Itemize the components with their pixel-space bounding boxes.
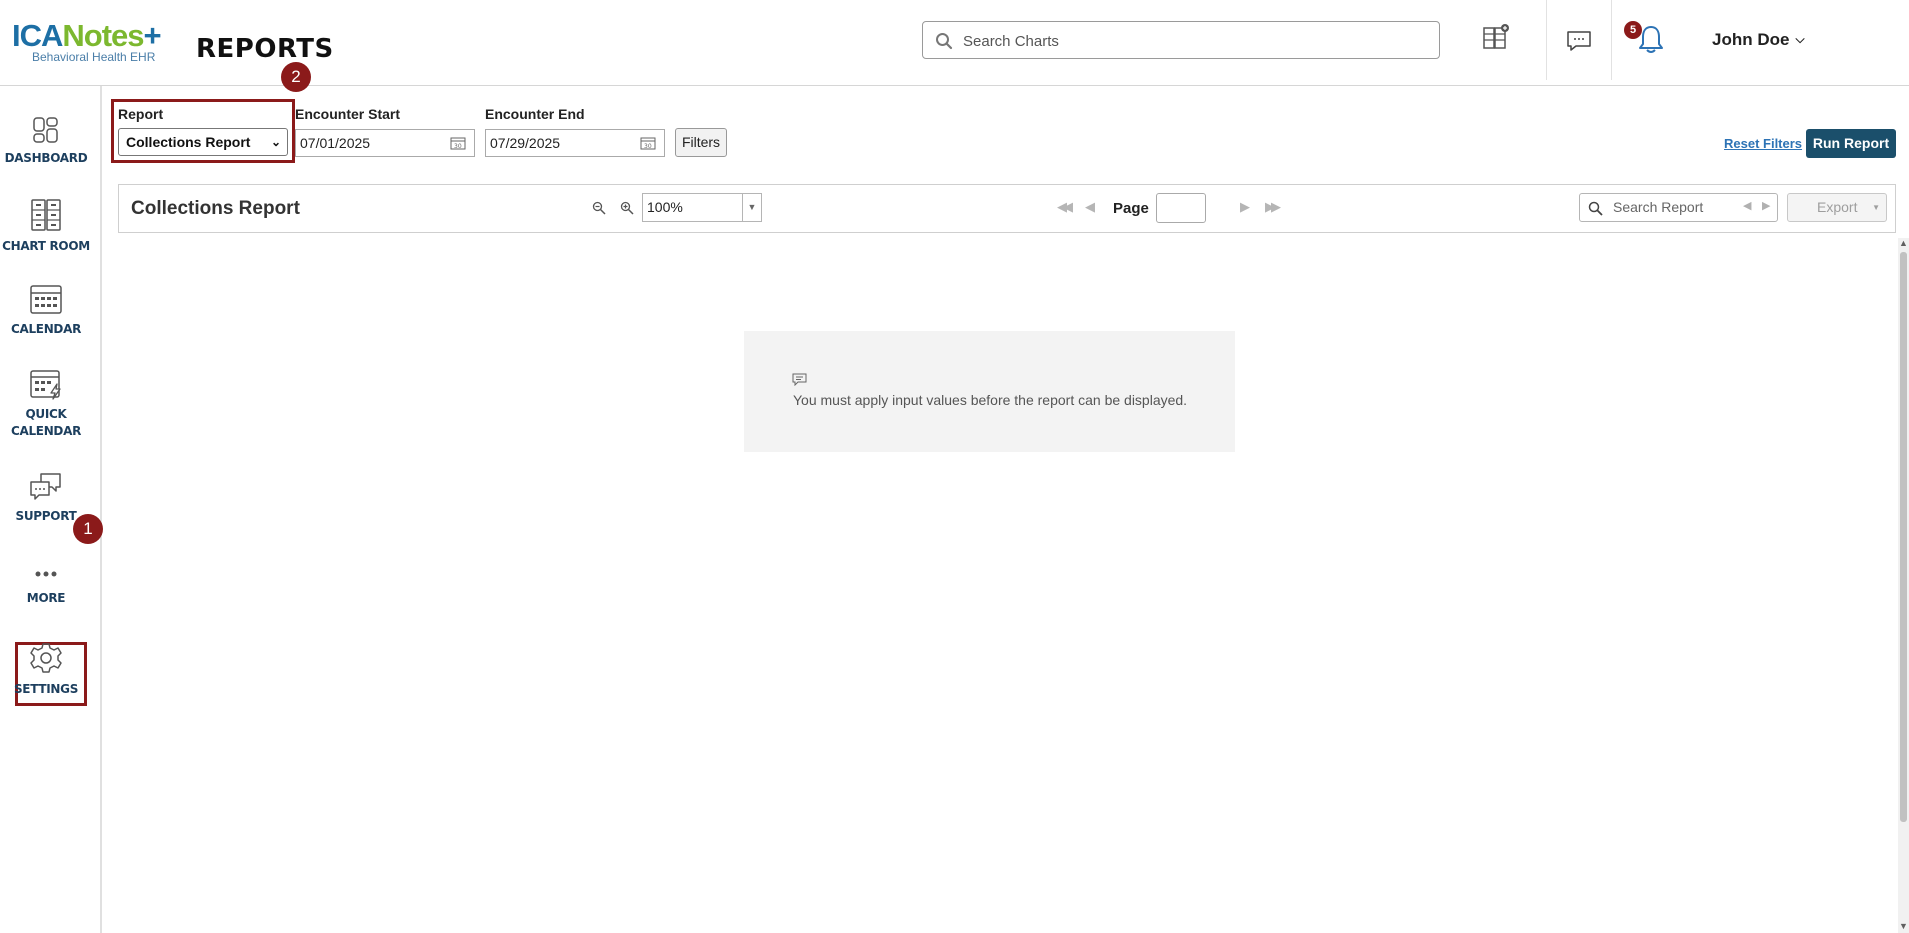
settings-icon: [30, 643, 62, 673]
header-divider: [1611, 0, 1612, 80]
nav-chart-room[interactable]: CHART ROOM: [0, 198, 92, 255]
zoom-level-select[interactable]: 100% ▼: [642, 193, 762, 222]
scroll-down-icon[interactable]: ▼: [1899, 921, 1908, 931]
icanotes-logo[interactable]: ICANotes+ Behavioral Health EHR: [12, 20, 162, 68]
previous-page-icon[interactable]: ◀: [1085, 199, 1095, 215]
report-label: Report: [118, 106, 164, 122]
svg-text:30: 30: [644, 143, 652, 150]
vertical-scrollbar[interactable]: ▲ ▼: [1898, 238, 1909, 933]
nav-label: QUICK: [25, 407, 67, 421]
nav-label: SETTINGS: [13, 682, 79, 696]
encounter-end-value: 07/29/2025: [490, 135, 561, 151]
search-previous-icon[interactable]: ◀: [1743, 199, 1751, 212]
page-title: REPORTS: [196, 34, 334, 64]
support-icon: [30, 473, 61, 500]
nav-label: CALENDAR: [10, 424, 82, 438]
nav-quick-calendar[interactable]: QUICK CALENDAR: [0, 368, 92, 440]
page-number-input[interactable]: [1156, 193, 1206, 223]
last-page-icon[interactable]: ▶▶: [1265, 199, 1281, 215]
page-label: Page: [1113, 200, 1149, 217]
chart-search-box[interactable]: [922, 21, 1440, 59]
logo-wordmark: ICANotes+: [12, 18, 162, 53]
encounter-end-field[interactable]: 07/29/2025 30: [485, 129, 665, 157]
report-select-value: Collections Report: [126, 134, 251, 150]
export-button[interactable]: Export ▼: [1787, 193, 1887, 222]
add-chart-cabinet-icon[interactable]: [1482, 23, 1510, 51]
user-menu[interactable]: John Doe ⌵: [1712, 30, 1805, 50]
encounter-end-label: Encounter End: [485, 106, 585, 122]
report-search-box[interactable]: ◀ ▶: [1579, 193, 1778, 222]
run-report-button[interactable]: Run Report: [1806, 129, 1896, 158]
messages-icon[interactable]: [1565, 29, 1593, 53]
nav-calendar[interactable]: CALENDAR: [0, 283, 92, 338]
nav-label: DASHBOARD: [4, 151, 88, 165]
search-icon: [936, 33, 953, 50]
calendar-icon: [30, 285, 62, 314]
nav-label: CALENDAR: [10, 322, 82, 336]
chart-search-input[interactable]: [961, 28, 1425, 54]
nav-label: MORE: [26, 591, 66, 605]
step-badge-1: 1: [73, 514, 103, 544]
svg-text:30: 30: [454, 143, 462, 150]
encounter-start-field[interactable]: 07/01/2025 30: [295, 129, 475, 157]
left-nav-sidebar: DASHBOARD CHART ROOM CALENDAR QUICK CALE…: [0, 86, 102, 933]
report-viewer-toolbar: Collections Report 100% ▼ ◀◀ ◀ Page ▶ ▶▶…: [118, 184, 1896, 233]
nav-dashboard[interactable]: DASHBOARD: [0, 116, 92, 167]
more-icon: [35, 571, 57, 577]
encounter-start-label: Encounter Start: [295, 106, 401, 122]
reset-filters-link[interactable]: Reset Filters: [1724, 136, 1802, 151]
chevron-down-icon: ⌄: [270, 135, 281, 149]
quick-calendar-icon: [30, 370, 61, 400]
export-label: Export: [1817, 199, 1858, 215]
step-badge-2: 2: [281, 62, 311, 92]
dropdown-arrow-icon: ▼: [742, 194, 761, 221]
filters-button[interactable]: Filters: [675, 128, 727, 157]
logo-subtitle: Behavioral Health EHR: [32, 50, 156, 64]
nav-settings[interactable]: SETTINGS: [0, 641, 92, 698]
report-empty-message-panel: You must apply input values before the r…: [744, 331, 1235, 452]
zoom-in-icon[interactable]: [620, 201, 634, 215]
calendar-picker-icon[interactable]: 30: [450, 136, 466, 150]
user-name: John Doe: [1712, 30, 1790, 49]
chart-room-icon: [31, 199, 61, 231]
zoom-out-icon[interactable]: [592, 201, 606, 215]
report-search-input[interactable]: [1611, 198, 1735, 216]
report-viewer-title: Collections Report: [131, 198, 300, 219]
report-select[interactable]: Collections Report ⌄: [118, 128, 288, 156]
first-page-icon[interactable]: ◀◀: [1057, 199, 1073, 215]
dropdown-arrow-icon: ▼: [1872, 203, 1880, 212]
nav-label: CHART ROOM: [2, 239, 90, 253]
dashboard-icon: [33, 117, 58, 143]
encounter-start-value: 07/01/2025: [300, 135, 371, 151]
report-empty-message: You must apply input values before the r…: [793, 392, 1188, 408]
chevron-down-icon: ⌵: [1795, 32, 1805, 46]
next-page-icon[interactable]: ▶: [1240, 199, 1250, 215]
search-icon: [1588, 201, 1603, 216]
scroll-up-icon[interactable]: ▲: [1899, 238, 1908, 248]
scrollbar-thumb[interactable]: [1900, 252, 1907, 822]
calendar-picker-icon[interactable]: 30: [640, 136, 656, 150]
nav-more[interactable]: MORE: [0, 564, 92, 607]
header-divider: [1546, 0, 1547, 80]
notification-count-badge: 5: [1624, 21, 1642, 39]
message-icon: [792, 373, 807, 386]
search-next-icon[interactable]: ▶: [1762, 199, 1770, 212]
zoom-level-value: 100%: [647, 199, 683, 215]
